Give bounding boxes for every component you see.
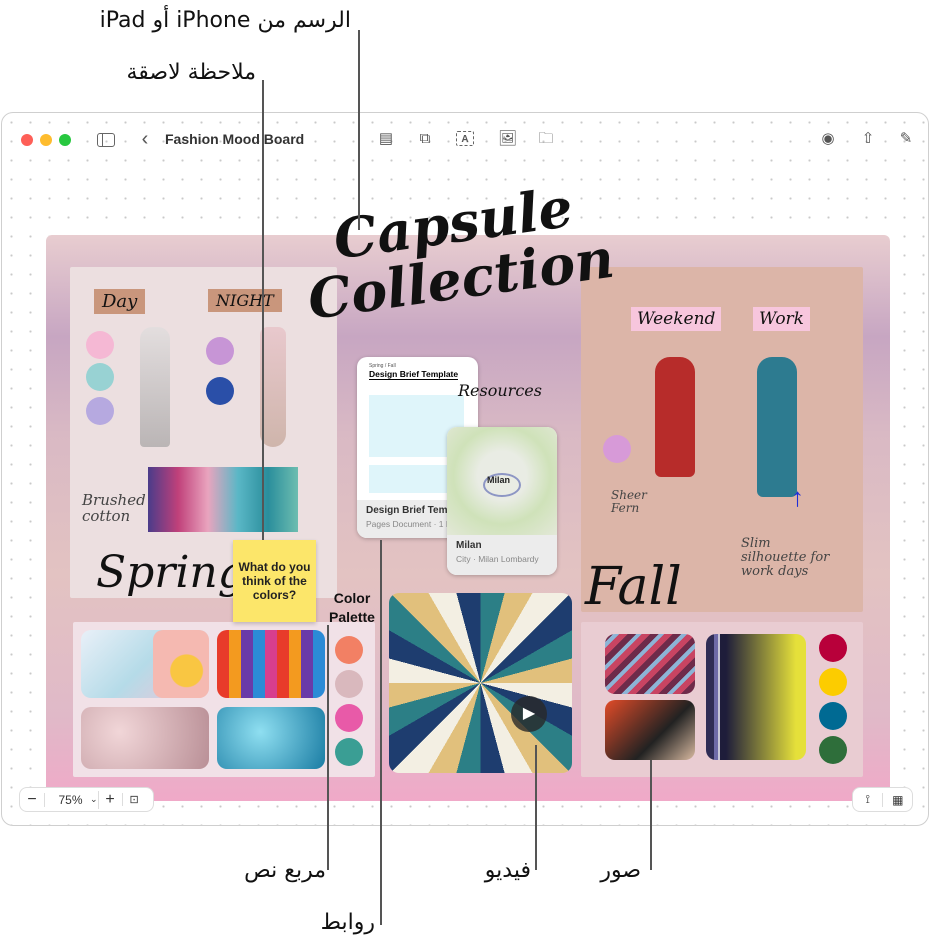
fall-panel[interactable]: Weekend Work Sheer Fern ↑ Slim silhouett…	[581, 267, 863, 617]
patterned-fabric-image	[605, 700, 695, 760]
callout-line	[650, 760, 652, 870]
callout-line	[262, 80, 264, 540]
arrow-drawing: ↑	[791, 482, 804, 512]
chevron-down-icon[interactable]: ⌄	[90, 794, 98, 805]
fabric-swatch	[206, 377, 234, 405]
shapes-icon[interactable]: ⧉	[416, 131, 434, 147]
slim-silhouette-note: Slim silhouette for work days	[741, 536, 830, 579]
sticky-note[interactable]: What do you think of the colors?	[233, 540, 316, 622]
night-label: NIGHT	[208, 289, 282, 312]
fabric-swatch	[86, 363, 114, 391]
back-chevron-icon[interactable]: ‹	[136, 129, 154, 149]
colored-fabrics-image	[217, 630, 325, 698]
zoom-control: − 75% ⌄ + ⊡	[19, 787, 154, 812]
minimize-button[interactable]	[40, 134, 52, 146]
map-preview: Milan	[447, 427, 557, 535]
share-icon[interactable]: ⇧	[859, 131, 877, 147]
callout-sticky-note: ملاحظة لاصقة	[126, 60, 257, 85]
striped-fabric-image	[706, 634, 806, 760]
sheer-fern-note: Sheer Fern	[611, 488, 647, 515]
board-title: Fashion Mood Board	[165, 131, 305, 147]
collaborate-icon[interactable]: ◉	[819, 131, 837, 147]
media-icon[interactable]: 🖼︎	[498, 131, 517, 147]
link-card-milan-map[interactable]: Milan Milan City · Milan Lombardy	[447, 427, 557, 575]
card-footer: Milan City · Milan Lombardy	[447, 535, 557, 575]
fabric-swatch	[86, 331, 114, 359]
callout-images: صور	[600, 858, 641, 883]
callout-drawing: الرسم من iPhone أو iPad	[99, 8, 351, 33]
grid-icon[interactable]: ▦	[882, 792, 912, 807]
zoom-out-button[interactable]: −	[20, 791, 44, 809]
maximize-button[interactable]	[59, 134, 71, 146]
work-outfit-figure	[757, 357, 797, 497]
zoom-in-button[interactable]: +	[97, 790, 122, 809]
spring-images-panel[interactable]	[73, 622, 375, 777]
fall-label: Fall	[585, 557, 682, 617]
palette-swatch	[335, 738, 363, 766]
fall-images-panel[interactable]	[581, 622, 863, 777]
palette-swatch	[819, 668, 847, 696]
link-subtitle: City · Milan Lombardy	[456, 554, 539, 564]
toolbar: ‹ Fashion Mood Board ▤ ⧉ A 🖼︎ 🗀 ◉ ⇧ ✎	[2, 113, 928, 165]
callout-text-box: مربع نص	[244, 858, 326, 883]
day-label: Day	[94, 289, 146, 314]
favorite-view-icon[interactable]: ⊡	[121, 793, 146, 806]
fabric-swatch	[86, 397, 114, 425]
callout-line	[358, 30, 360, 230]
resources-label: Resources	[458, 381, 542, 400]
sketch-figure	[260, 327, 286, 447]
roses-image	[81, 707, 209, 769]
fabric-swatch	[603, 435, 631, 463]
palette-swatch	[335, 636, 363, 664]
zoom-level-select[interactable]: 75%	[44, 792, 96, 807]
doc-preview-title: Design Brief Template	[369, 369, 459, 380]
callout-line	[535, 745, 537, 870]
palette-swatch	[819, 702, 847, 730]
palette-swatch	[335, 704, 363, 732]
folder-icon[interactable]: 🗀	[537, 131, 555, 147]
brushed-cotton-note: Brushed cotton	[82, 491, 146, 525]
palette-swatch	[335, 670, 363, 698]
callout-links: روابط	[320, 910, 375, 935]
shapes-image	[153, 630, 209, 698]
work-label: Work	[753, 307, 810, 331]
play-icon[interactable]: ▶	[511, 696, 547, 732]
connector-icon[interactable]: ⟟	[853, 792, 882, 807]
text-box[interactable]: Color Palette	[318, 589, 386, 627]
sketch-figure	[140, 327, 170, 447]
callout-video: فيديو	[484, 858, 531, 883]
mood-board-background: Day NIGHT Brushed cotton Spring Weekend …	[46, 235, 890, 801]
app-window: ‹ Fashion Mood Board ▤ ⧉ A 🖼︎ 🗀 ◉ ⇧ ✎ Da…	[1, 112, 929, 826]
fabric-samples-image	[148, 467, 298, 532]
weekend-outfit-figure	[655, 357, 695, 477]
chevron-fabric-image	[605, 634, 695, 694]
fabric-swatch	[206, 337, 234, 365]
blue-stones-image	[217, 707, 325, 769]
text-list-icon[interactable]: ▤	[377, 131, 395, 147]
close-button[interactable]	[21, 134, 33, 146]
weekend-label: Weekend	[631, 307, 722, 331]
palette-swatch	[819, 634, 847, 662]
callout-line	[327, 625, 329, 870]
palette-swatch	[819, 736, 847, 764]
sidebar-icon[interactable]	[97, 133, 115, 147]
compose-icon[interactable]: ✎	[897, 131, 915, 147]
text-box-icon[interactable]: A	[456, 131, 474, 146]
spring-label: Spring	[96, 547, 246, 598]
video-player[interactable]: ▶	[389, 593, 572, 773]
link-title: Milan	[456, 540, 482, 551]
callout-line	[380, 540, 382, 925]
map-city-label: Milan	[487, 475, 511, 485]
view-controls: ⟟ ▦	[852, 787, 913, 812]
